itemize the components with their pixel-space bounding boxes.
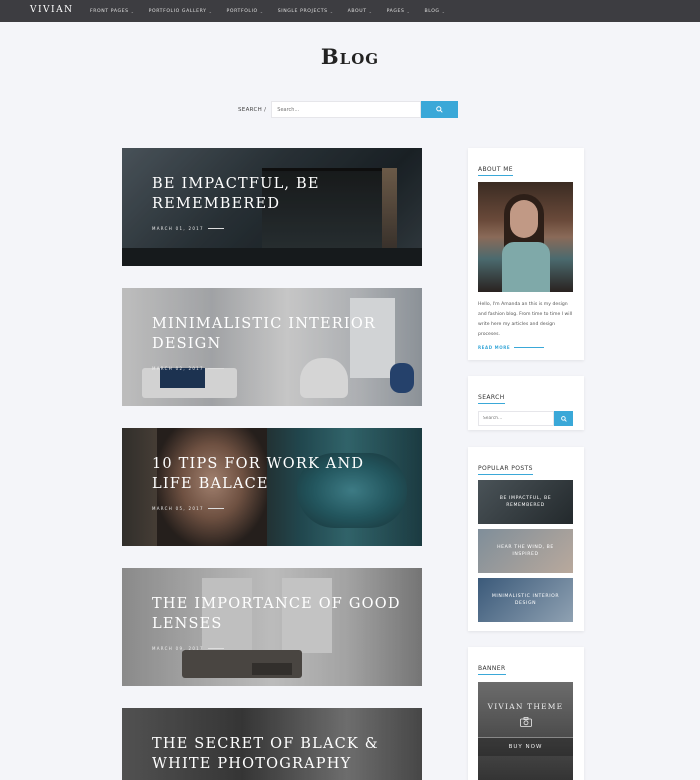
popular-post-item[interactable]: HEAR THE WIND, BE INSPIRED xyxy=(478,529,573,573)
chevron-down-icon: ⌄ xyxy=(208,8,213,14)
chevron-down-icon: ⌄ xyxy=(406,8,411,14)
search-icon xyxy=(560,415,567,422)
popular-post-item[interactable]: MINIMALISTIC INTERIOR DESIGN xyxy=(478,578,573,622)
banner-image[interactable]: VIVIAN THEME BUY NOW xyxy=(478,682,573,780)
search-input[interactable] xyxy=(271,101,422,118)
post-date: MARCH 01, 2017 xyxy=(152,226,224,231)
post-title[interactable]: 10 TIPS FOR WORK AND LIFE BALACE xyxy=(152,454,407,494)
blog-post-card[interactable]: MINIMALISTIC INTERIOR DESIGN MARCH 02, 2… xyxy=(122,288,422,406)
post-title[interactable]: MINIMALISTIC INTERIOR DESIGN xyxy=(152,314,407,354)
about-text: Hello, I'm Amanda an this is my design a… xyxy=(478,302,573,337)
author-photo xyxy=(478,182,573,292)
nav-item-about[interactable]: ABOUT ⌄ xyxy=(348,9,373,14)
nav-item-portfolio-gallery[interactable]: PORTFOLIO GALLERY ⌄ xyxy=(149,9,213,14)
site-logo[interactable]: VIVIAN xyxy=(30,5,73,15)
page-title: Blog xyxy=(320,44,380,69)
top-navigation-bar: VIVIAN FRONT PAGES ⌄ PORTFOLIO GALLERY ⌄ P… xyxy=(0,0,700,22)
post-title[interactable]: THE SECRET OF BLACK & WHITE PHOTOGRAPHY xyxy=(152,734,407,774)
widget-title: POPULAR POSTS xyxy=(478,465,533,475)
post-date: MARCH 09, 2017 xyxy=(152,646,224,651)
blog-post-card[interactable]: 10 TIPS FOR WORK AND LIFE BALACE MARCH 0… xyxy=(122,428,422,546)
about-me-widget: ABOUT ME Hello, I'm Amanda an this is my… xyxy=(468,148,584,360)
search-widget: SEARCH xyxy=(468,376,584,430)
search-label: SEARCH / xyxy=(238,106,267,113)
blog-search: SEARCH / xyxy=(238,101,459,118)
post-title[interactable]: THE IMPORTANCE OF GOOD LENSES xyxy=(152,594,407,634)
popular-post-item[interactable]: BE IMPACTFUL, BE REMEMBERED xyxy=(478,480,573,524)
nav-item-pages[interactable]: PAGES ⌄ xyxy=(387,9,411,14)
camera-icon xyxy=(519,717,532,727)
nav-item-front-pages[interactable]: FRONT PAGES ⌄ xyxy=(90,9,135,14)
buy-now-button[interactable]: BUY NOW xyxy=(478,737,573,756)
search-icon xyxy=(436,106,443,113)
main-nav: FRONT PAGES ⌄ PORTFOLIO GALLERY ⌄ PORTFOLI… xyxy=(90,0,460,22)
chevron-down-icon: ⌄ xyxy=(130,8,135,14)
sidebar-search-button[interactable] xyxy=(554,411,573,426)
widget-title: SEARCH xyxy=(478,394,505,404)
chevron-down-icon: ⌄ xyxy=(329,8,334,14)
blog-post-card[interactable]: THE IMPORTANCE OF GOOD LENSES MARCH 09, … xyxy=(122,568,422,686)
chevron-down-icon: ⌄ xyxy=(441,8,446,14)
blog-post-card[interactable]: BE IMPACTFUL, BE REMEMBERED MARCH 01, 20… xyxy=(122,148,422,266)
post-date: MARCH 05, 2017 xyxy=(152,506,224,511)
nav-item-portfolio[interactable]: PORTFOLIO ⌄ xyxy=(227,9,264,14)
nav-item-blog[interactable]: BLOG ⌄ xyxy=(424,9,445,14)
chevron-down-icon: ⌄ xyxy=(259,8,264,14)
post-date: MARCH 02, 2017 xyxy=(152,366,224,371)
post-title[interactable]: BE IMPACTFUL, BE REMEMBERED xyxy=(152,174,407,214)
search-button[interactable] xyxy=(421,101,459,118)
banner-widget: BANNER VIVIAN THEME BUY NOW xyxy=(468,647,584,780)
banner-heading: VIVIAN THEME xyxy=(487,702,564,711)
popular-posts-widget: POPULAR POSTS BE IMPACTFUL, BE REMEMBERE… xyxy=(468,447,584,631)
read-more-link[interactable]: READ MORE xyxy=(478,345,574,350)
nav-item-single-projects[interactable]: SINGLE PROJECTS ⌄ xyxy=(278,9,334,14)
chevron-down-icon: ⌄ xyxy=(368,8,373,14)
widget-title: BANNER xyxy=(478,665,506,675)
widget-title: ABOUT ME xyxy=(478,166,513,176)
sidebar-search-input[interactable] xyxy=(478,411,554,426)
blog-post-card[interactable]: THE SECRET OF BLACK & WHITE PHOTOGRAPHY xyxy=(122,708,422,780)
